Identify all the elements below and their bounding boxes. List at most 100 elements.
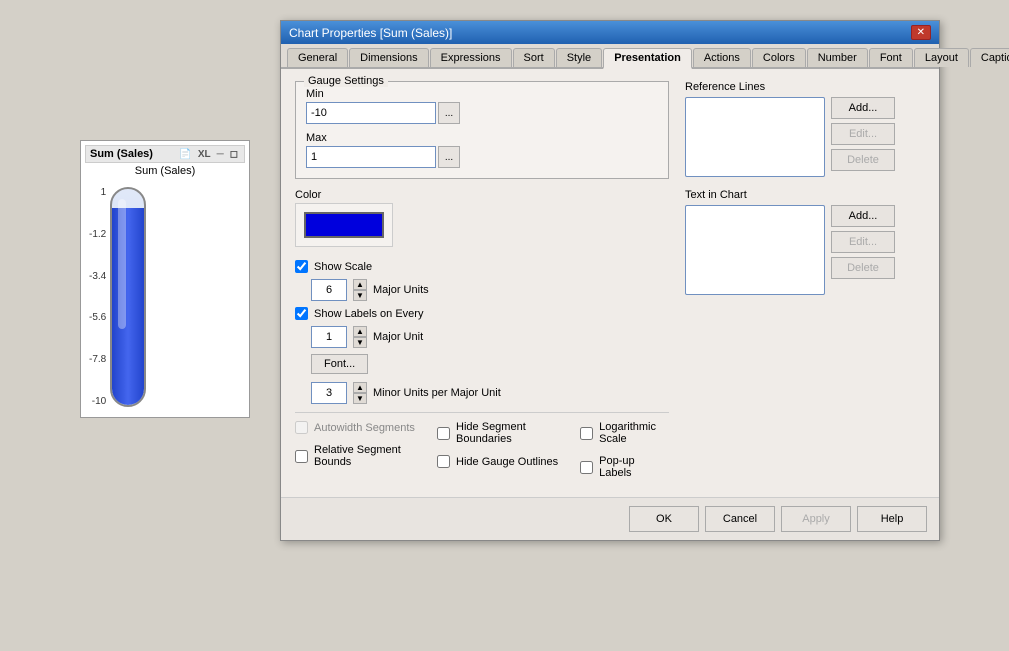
gauge-tube-fill (112, 208, 144, 405)
show-labels-label: Show Labels on Every (314, 308, 423, 320)
hide-outlines-label: Hide Gauge Outlines (456, 456, 558, 468)
ok-button[interactable]: OK (629, 506, 699, 532)
text-in-chart-row: Add... Edit... Delete (685, 205, 925, 295)
show-scale-checkbox[interactable] (295, 260, 308, 273)
preview-xl-icon[interactable]: 📄 (177, 149, 193, 160)
text-in-chart-edit-button[interactable]: Edit... (831, 231, 895, 253)
options-col-1: Autowidth Segments Relative Segment Boun… (295, 421, 417, 485)
preview-title-bar: Sum (Sales) 📄 XL ─ ◻ (85, 145, 245, 163)
max-label: Max (306, 132, 658, 144)
preview-chart-area: 1 -1.2 -3.4 -5.6 -7.8 -10 (85, 181, 245, 413)
gauge-settings-group: Gauge Settings Min ... Max ... (295, 81, 669, 179)
minor-units-arrows: ▲ ▼ (353, 382, 367, 404)
font-button[interactable]: Font... (311, 354, 368, 374)
logarithmic-row: Logarithmic Scale (580, 421, 669, 445)
text-in-chart-listbox[interactable] (685, 205, 825, 295)
reference-lines-panel: Reference Lines Add... Edit... Delete (685, 81, 925, 177)
preview-panel: Sum (Sales) 📄 XL ─ ◻ Sum (Sales) 1 -1.2 … (80, 140, 250, 418)
popup-labels-row: Pop-up Labels (580, 455, 669, 479)
major-units-down[interactable]: ▼ (353, 290, 367, 301)
cancel-button[interactable]: Cancel (705, 506, 775, 532)
text-in-chart-label: Text in Chart (685, 189, 925, 201)
tab-style[interactable]: Style (556, 48, 602, 67)
relative-checkbox[interactable] (295, 450, 308, 463)
major-units-input[interactable] (311, 279, 347, 301)
relative-row: Relative Segment Bounds (295, 444, 417, 468)
reference-lines-delete-button[interactable]: Delete (831, 149, 895, 171)
max-ellipsis-button[interactable]: ... (438, 146, 460, 168)
tab-layout[interactable]: Layout (914, 48, 969, 67)
dialog-close-button[interactable]: ✕ (911, 25, 931, 40)
hide-boundaries-checkbox[interactable] (437, 427, 450, 440)
left-panel: Gauge Settings Min ... Max ... Color (295, 81, 669, 485)
preview-title: Sum (Sales) (90, 148, 153, 160)
options-col-2: Hide Segment Boundaries Hide Gauge Outli… (437, 421, 560, 485)
gauge-settings-label: Gauge Settings (304, 75, 388, 87)
dialog-content: Gauge Settings Min ... Max ... Color (281, 69, 939, 497)
hide-boundaries-row: Hide Segment Boundaries (437, 421, 560, 445)
min-ellipsis-button[interactable]: ... (438, 102, 460, 124)
major-units-arrows: ▲ ▼ (353, 279, 367, 301)
show-scale-section: Show Scale ▲ ▼ Major Units (295, 260, 669, 301)
right-panel: Reference Lines Add... Edit... Delete Te… (685, 81, 925, 485)
show-labels-section: Show Labels on Every ▲ ▼ Major Unit Font… (295, 307, 669, 382)
color-swatch[interactable] (304, 212, 384, 238)
text-in-chart-add-button[interactable]: Add... (831, 205, 895, 227)
max-input[interactable] (306, 146, 436, 168)
logarithmic-label: Logarithmic Scale (599, 421, 669, 445)
color-group-box (295, 203, 393, 247)
show-labels-row: Show Labels on Every (295, 307, 669, 320)
max-input-row: ... (306, 146, 658, 168)
tab-font[interactable]: Font (869, 48, 913, 67)
preview-xl-label: XL (196, 149, 213, 160)
labels-every-down[interactable]: ▼ (353, 337, 367, 348)
tab-colors[interactable]: Colors (752, 48, 806, 67)
relative-label: Relative Segment Bounds (314, 444, 417, 468)
labels-every-input[interactable] (311, 326, 347, 348)
text-in-chart-delete-button[interactable]: Delete (831, 257, 895, 279)
tab-general[interactable]: General (287, 48, 348, 67)
bottom-options-row: Autowidth Segments Relative Segment Boun… (295, 421, 669, 485)
autowidth-checkbox[interactable] (295, 421, 308, 434)
reference-lines-listbox[interactable] (685, 97, 825, 177)
tabs-bar: General Dimensions Expressions Sort Styl… (281, 44, 939, 69)
logarithmic-checkbox[interactable] (580, 427, 593, 440)
minor-units-up[interactable]: ▲ (353, 382, 367, 393)
reference-lines-add-button[interactable]: Add... (831, 97, 895, 119)
options-col-3: Logarithmic Scale Pop-up Labels (580, 421, 669, 485)
minor-units-down[interactable]: ▼ (353, 393, 367, 404)
popup-labels-label: Pop-up Labels (599, 455, 669, 479)
major-units-label: Major Units (373, 284, 429, 296)
popup-labels-checkbox[interactable] (580, 461, 593, 474)
labels-every-up[interactable]: ▲ (353, 326, 367, 337)
preview-close-icon[interactable]: ◻ (228, 149, 240, 160)
chart-title: Sum (Sales) (85, 163, 245, 181)
preview-min-icon[interactable]: ─ (215, 149, 226, 160)
reference-lines-buttons: Add... Edit... Delete (831, 97, 895, 177)
tab-number[interactable]: Number (807, 48, 868, 67)
dialog-footer: OK Cancel Apply Help (281, 497, 939, 540)
preview-title-icons: 📄 XL ─ ◻ (177, 149, 240, 160)
tab-dimensions[interactable]: Dimensions (349, 48, 428, 67)
min-input[interactable] (306, 102, 436, 124)
show-labels-checkbox[interactable] (295, 307, 308, 320)
tab-presentation[interactable]: Presentation (603, 48, 692, 69)
gauge-tube-highlight (118, 199, 126, 329)
show-scale-label: Show Scale (314, 261, 372, 273)
help-button[interactable]: Help (857, 506, 927, 532)
minor-units-input[interactable] (311, 382, 347, 404)
tab-expressions[interactable]: Expressions (430, 48, 512, 67)
y-axis-labels: 1 -1.2 -3.4 -5.6 -7.8 -10 (89, 187, 110, 407)
min-input-row: ... (306, 102, 658, 124)
hide-outlines-checkbox[interactable] (437, 455, 450, 468)
tab-sort[interactable]: Sort (513, 48, 555, 67)
tab-actions[interactable]: Actions (693, 48, 751, 67)
reference-lines-label: Reference Lines (685, 81, 925, 93)
major-units-up[interactable]: ▲ (353, 279, 367, 290)
reference-lines-edit-button[interactable]: Edit... (831, 123, 895, 145)
tab-caption[interactable]: Caption (970, 48, 1009, 67)
minor-units-label: Minor Units per Major Unit (373, 387, 501, 399)
hide-outlines-row: Hide Gauge Outlines (437, 455, 560, 468)
hide-boundaries-label: Hide Segment Boundaries (456, 421, 560, 445)
apply-button[interactable]: Apply (781, 506, 851, 532)
